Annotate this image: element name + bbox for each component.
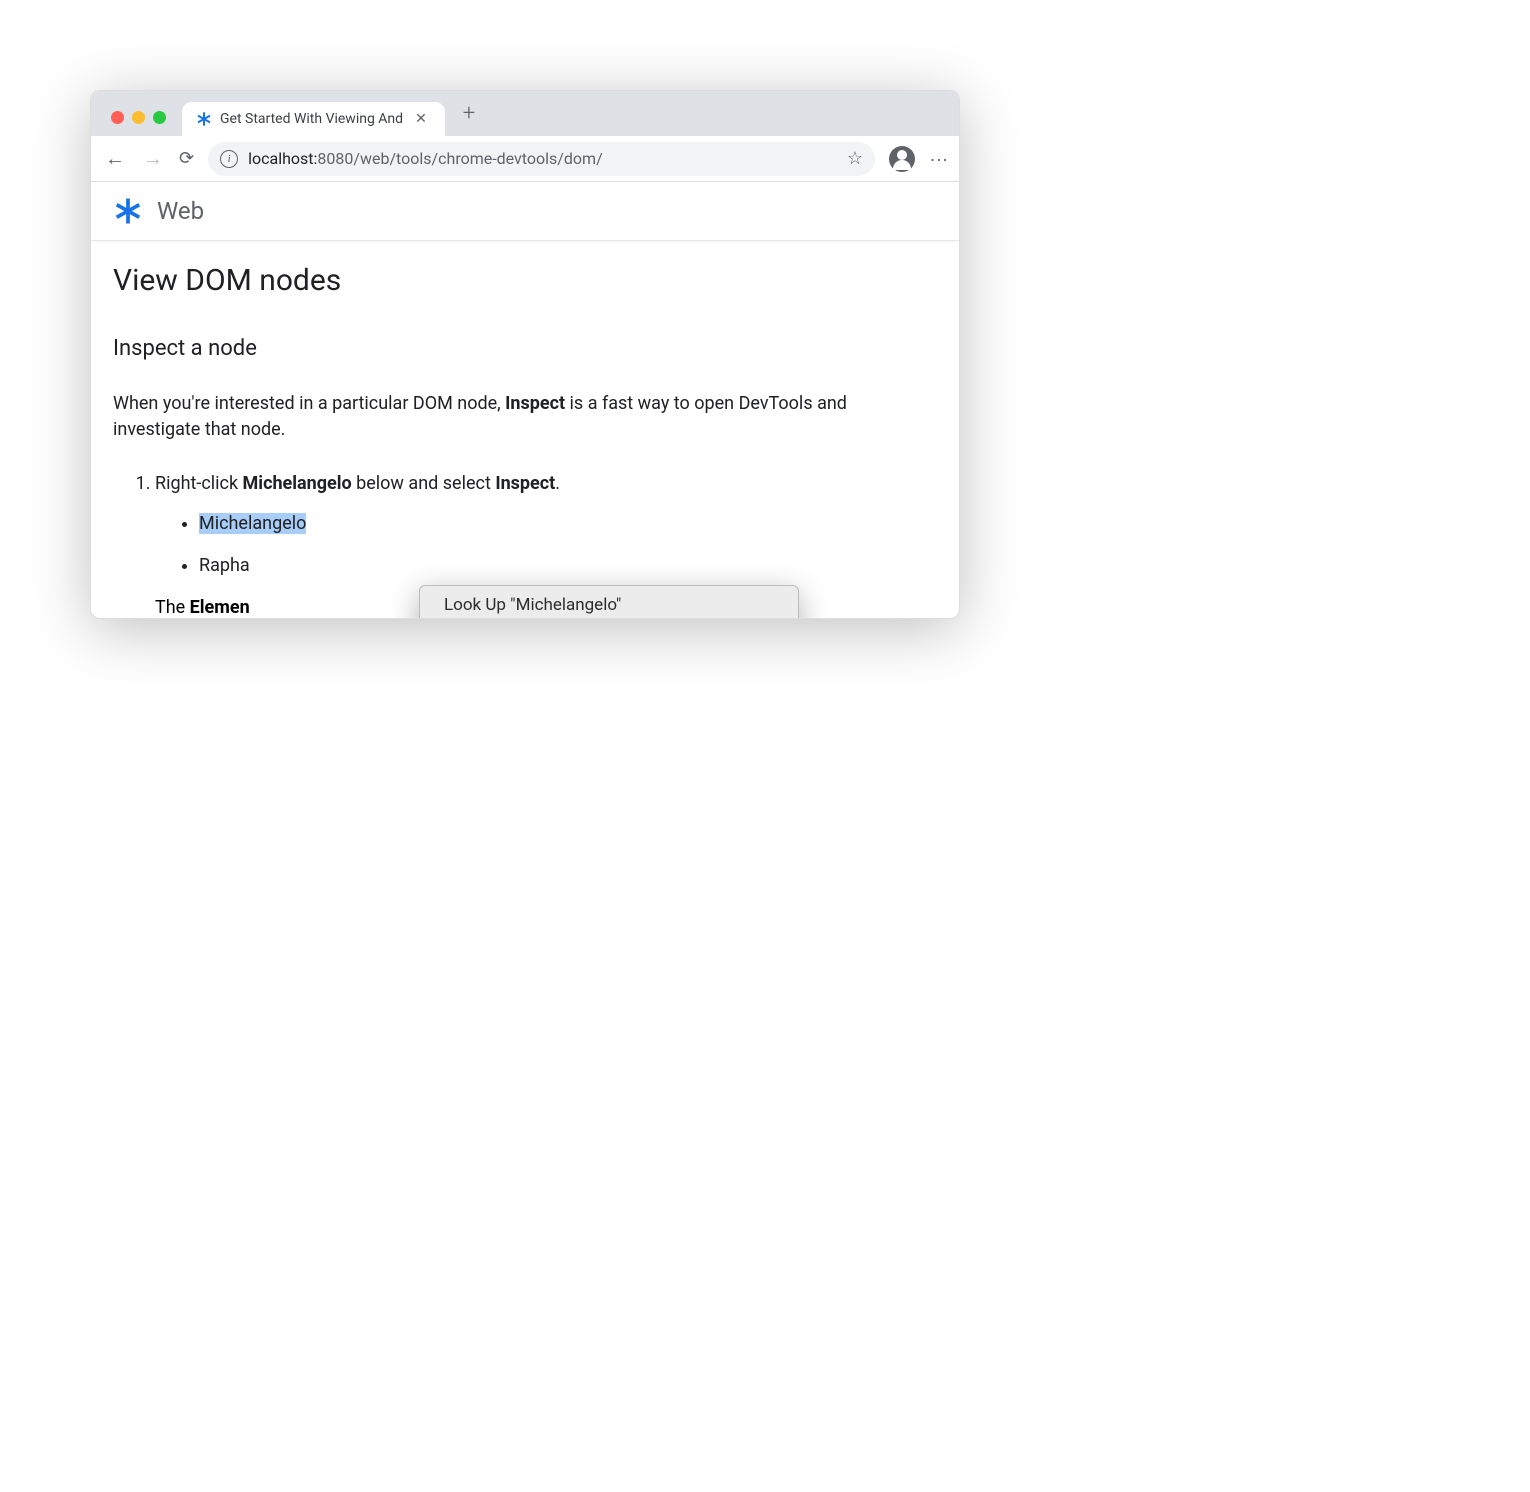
url-host: localhost: <box>248 149 317 168</box>
context-menu-lookup[interactable]: Look Up "Michelangelo" <box>420 591 798 619</box>
url-port: 8080 <box>317 149 353 168</box>
step-1: Right-click Michelangelo below and selec… <box>155 471 937 579</box>
step1-bold-2: Inspect <box>495 473 555 494</box>
intro-bold: Inspect <box>505 393 565 414</box>
new-tab-button[interactable]: + <box>451 101 487 136</box>
bookmark-star-icon[interactable]: ☆ <box>847 148 863 169</box>
steps-list: Right-click Michelangelo below and selec… <box>113 471 937 579</box>
site-header: Web <box>91 182 959 241</box>
site-logo-icon <box>113 196 143 226</box>
step1-text-e: . <box>555 473 560 494</box>
site-info-icon[interactable]: i <box>220 150 238 168</box>
traffic-lights <box>103 111 176 136</box>
close-window-button[interactable] <box>111 111 124 124</box>
profile-avatar-icon[interactable] <box>889 146 915 172</box>
reload-button[interactable]: ⟳ <box>179 148 194 169</box>
tab-strip: Get Started With Viewing And ✕ + <box>91 91 959 136</box>
cm-lookup-label: Look Up "Michelangelo" <box>444 595 621 615</box>
url-path: /web/tools/chrome-devtools/dom/ <box>353 149 602 168</box>
list-item-michelangelo[interactable]: Michelangelo <box>199 511 937 537</box>
page-content: View DOM nodes Inspect a node When you'r… <box>91 241 959 618</box>
intro-paragraph: When you're interested in a particular D… <box>113 391 937 443</box>
tab-favicon-icon <box>196 111 212 127</box>
browser-toolbar: ← → ⟳ i localhost:8080/web/tools/chrome-… <box>91 136 959 182</box>
page-heading-h2: View DOM nodes <box>113 263 937 298</box>
followup-b: Elemen <box>190 597 250 618</box>
url-text: localhost:8080/web/tools/chrome-devtools… <box>248 149 837 168</box>
browser-tab[interactable]: Get Started With Viewing And ✕ <box>182 102 445 136</box>
context-menu: Look Up "Michelangelo" Copy Search Googl… <box>419 585 799 619</box>
tab-title: Get Started With Viewing And <box>220 111 403 127</box>
page-heading-h3: Inspect a node <box>113 336 937 361</box>
names-list: Michelangelo Rapha <box>155 511 937 579</box>
list-item-raphael[interactable]: Rapha <box>199 553 937 579</box>
step1-bold-1: Michelangelo <box>243 473 352 494</box>
followup-a: The <box>155 597 190 618</box>
close-tab-button[interactable]: ✕ <box>411 111 431 127</box>
address-bar[interactable]: i localhost:8080/web/tools/chrome-devtoo… <box>208 142 875 176</box>
step1-text-a: Right-click <box>155 473 243 494</box>
step1-text-c: below and select <box>352 473 496 494</box>
intro-text-1: When you're interested in a particular D… <box>113 393 505 414</box>
selected-text: Michelangelo <box>199 513 306 534</box>
minimize-window-button[interactable] <box>132 111 145 124</box>
raphael-text: Rapha <box>199 555 250 576</box>
forward-button[interactable]: → <box>141 146 165 171</box>
site-title: Web <box>157 197 204 225</box>
chrome-menu-button[interactable]: ⋮ <box>929 151 947 167</box>
back-button[interactable]: ← <box>103 146 127 171</box>
zoom-window-button[interactable] <box>153 111 166 124</box>
browser-window: Get Started With Viewing And ✕ + ← → ⟳ i… <box>90 90 960 619</box>
